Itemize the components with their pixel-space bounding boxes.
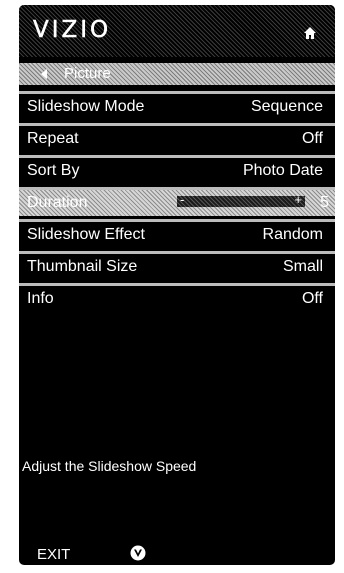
- help-text: Adjust the Slideshow Speed: [22, 458, 197, 474]
- setting-value: Random: [262, 226, 323, 243]
- setting-row-slideshow-effect[interactable]: Slideshow Effect Random: [19, 219, 335, 248]
- breadcrumb-back-button[interactable]: Picture: [19, 63, 335, 85]
- setting-value: Photo Date: [242, 162, 323, 179]
- exit-button[interactable]: EXIT: [37, 546, 70, 563]
- setting-label: Thumbnail Size: [27, 258, 138, 275]
- setting-row-slideshow-mode[interactable]: Slideshow Mode Sequence: [19, 91, 335, 120]
- home-icon[interactable]: [303, 26, 317, 40]
- duration-slider[interactable]: - +: [177, 192, 305, 207]
- setting-label: Repeat: [27, 130, 79, 147]
- setting-row-info[interactable]: Info Off: [19, 283, 335, 312]
- decrease-icon[interactable]: -: [180, 192, 184, 207]
- setting-label: Duration: [27, 194, 88, 211]
- increase-icon[interactable]: +: [294, 192, 302, 207]
- tv-settings-menu: VIZIO Picture Slideshow Mode Sequence Re…: [19, 5, 335, 565]
- breadcrumb-label: Picture: [64, 65, 111, 82]
- setting-value: Off: [301, 290, 323, 307]
- setting-row-duration[interactable]: Duration - + 5: [19, 187, 335, 216]
- vizio-v-icon[interactable]: [130, 545, 146, 561]
- setting-label: Sort By: [27, 162, 80, 179]
- setting-label: Info: [27, 290, 54, 307]
- vizio-logo: VIZIO: [33, 17, 112, 44]
- setting-label: Slideshow Mode: [27, 98, 145, 115]
- setting-row-sort-by[interactable]: Sort By Photo Date: [19, 155, 335, 184]
- setting-value: 5: [320, 194, 329, 211]
- setting-value: Sequence: [250, 98, 323, 115]
- setting-row-repeat[interactable]: Repeat Off: [19, 123, 335, 152]
- setting-value: Small: [282, 258, 323, 275]
- menu-header: VIZIO: [19, 5, 335, 57]
- setting-label: Slideshow Effect: [27, 226, 145, 243]
- setting-value: Off: [301, 130, 323, 147]
- left-arrow-icon: [41, 69, 47, 79]
- setting-row-thumbnail-size[interactable]: Thumbnail Size Small: [19, 251, 335, 280]
